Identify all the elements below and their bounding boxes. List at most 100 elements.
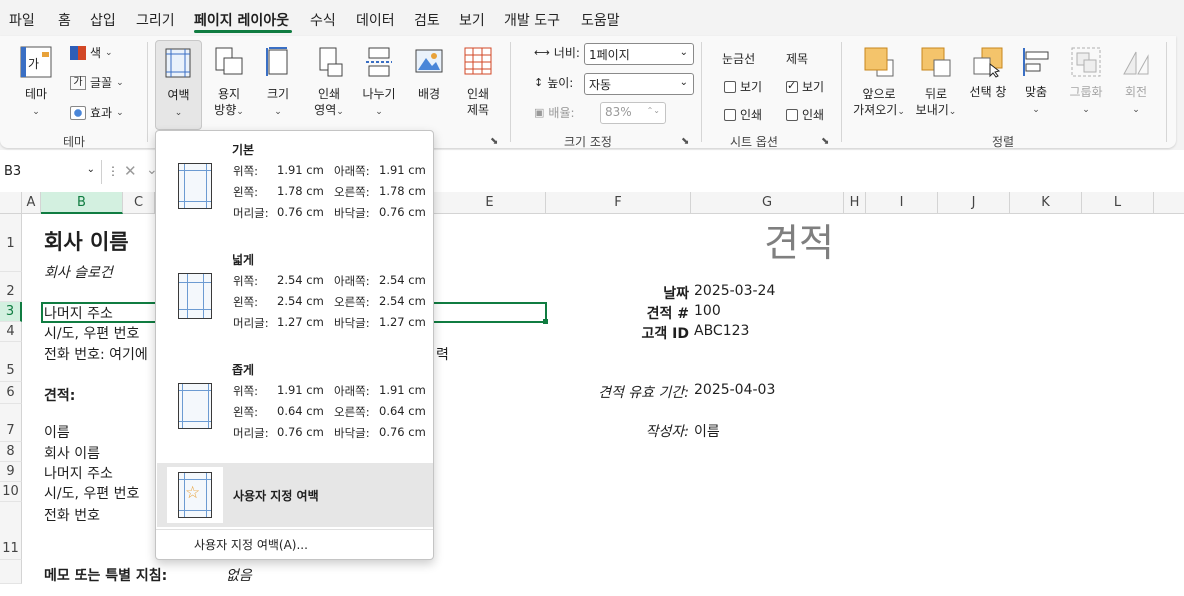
name-box[interactable]: B3 ⌄ xyxy=(0,160,102,184)
right-label: 오른쪽: xyxy=(334,295,370,309)
scale-spinner[interactable]: 83% ⌃⌄ xyxy=(600,102,666,124)
column-header-next[interactable] xyxy=(1154,192,1184,214)
print-titles-button[interactable]: 인쇄 제목 xyxy=(456,40,500,132)
theme-effects-button[interactable]: 효과 ⌄ xyxy=(70,104,124,121)
column-header-j[interactable]: J xyxy=(938,192,1010,214)
to-company-cell[interactable]: 회사 이름 xyxy=(44,443,100,463)
row-header-12[interactable] xyxy=(0,560,22,584)
print-area-button[interactable]: 인쇄 영역⌄ xyxy=(305,40,353,132)
header-label: 머리글: xyxy=(233,316,269,330)
tab-page-layout[interactable]: 페이지 레이아웃 xyxy=(194,10,289,30)
custom-margins-menu-item[interactable]: 사용자 지정 여백(A)... xyxy=(194,536,308,553)
tab-data[interactable]: 데이터 xyxy=(356,10,395,30)
tab-file[interactable]: 파일 xyxy=(9,10,35,30)
column-header-h[interactable]: H xyxy=(844,192,866,214)
margin-option-normal[interactable]: 기본 위쪽: 1.91 cm 아래쪽: 1.91 cm 왼쪽: 1.78 cm … xyxy=(156,131,433,241)
send-backward-button[interactable]: 뒤로 보내기⌄ xyxy=(910,40,962,132)
headings-view-checkbox[interactable]: 보기 xyxy=(786,78,824,95)
row-header-3[interactable]: 3 xyxy=(0,302,22,322)
height-select[interactable]: 자동 ⌄ xyxy=(584,73,694,95)
page-setup-launcher-icon[interactable]: ⬊ xyxy=(490,136,498,147)
select-all-corner[interactable] xyxy=(0,192,22,214)
selection-pane-button[interactable]: 선택 창 xyxy=(964,40,1012,132)
margins-button[interactable]: 여백 ⌄ xyxy=(155,40,202,130)
quote-to-cell[interactable]: 견적: xyxy=(44,385,75,405)
group-button[interactable]: 그룹화 ⌄ xyxy=(1062,40,1110,132)
row-header-6[interactable]: 6 xyxy=(0,382,22,404)
notes-value-cell[interactable]: 없음 xyxy=(226,565,252,585)
prepared-by-value-cell[interactable]: 이름 xyxy=(694,421,720,441)
orientation-button[interactable]: 용지 방향⌄ xyxy=(207,40,251,132)
phone-cell[interactable]: 전화 번호: 여기에 xyxy=(44,344,148,364)
row-header-2[interactable]: 2 xyxy=(0,272,22,302)
row-header-8[interactable]: 8 xyxy=(0,442,22,462)
themes-button[interactable]: 가 테마 ⌄ xyxy=(14,40,58,132)
date-value-cell[interactable]: 2025-03-24 xyxy=(694,283,775,299)
column-header-f[interactable]: F xyxy=(546,192,691,214)
to-name-cell[interactable]: 이름 xyxy=(44,422,70,442)
customer-id-label-cell[interactable]: 고객 ID xyxy=(560,323,689,343)
prepared-by-label-cell[interactable]: 작성자: xyxy=(560,421,689,441)
column-header-i[interactable]: I xyxy=(866,192,938,214)
column-header-a[interactable]: A xyxy=(22,192,41,214)
row-header-11[interactable]: 11 xyxy=(0,502,22,560)
row-header-9[interactable]: 9 xyxy=(0,462,22,482)
column-header-c[interactable]: C xyxy=(123,192,155,214)
date-label-cell[interactable]: 날짜 xyxy=(560,283,689,303)
row-header-4[interactable]: 4 xyxy=(0,322,22,342)
column-header-k[interactable]: K xyxy=(1010,192,1082,214)
tab-view[interactable]: 보기 xyxy=(459,10,485,30)
fill-handle[interactable] xyxy=(543,319,548,324)
row-header-5[interactable]: 5 xyxy=(0,342,22,382)
breaks-button[interactable]: 나누기 ⌄ xyxy=(357,40,401,132)
tab-review[interactable]: 검토 xyxy=(414,10,440,30)
quote-number-value-cell[interactable]: 100 xyxy=(694,303,721,319)
to-address-cell[interactable]: 나머지 주소 xyxy=(44,463,113,483)
notes-label-cell[interactable]: 메모 또는 특별 지침: xyxy=(44,565,167,585)
valid-until-label-cell[interactable]: 견적 유효 기간: xyxy=(560,382,689,402)
city-zip-cell[interactable]: 시/도, 우편 번호 xyxy=(44,323,139,343)
rotate-button[interactable]: 회전 ⌄ xyxy=(1114,40,1158,132)
row-header-7[interactable]: 7 xyxy=(0,404,22,442)
theme-colors-button[interactable]: 색 ⌄ xyxy=(70,44,113,61)
more-options-icon[interactable]: ⋮ xyxy=(107,164,119,178)
column-header-b[interactable]: B xyxy=(41,192,123,214)
quote-title-cell[interactable]: 견적 xyxy=(764,212,834,267)
customer-id-value-cell[interactable]: ABC123 xyxy=(694,323,749,339)
sheet-options-launcher-icon[interactable]: ⬊ xyxy=(821,136,829,147)
column-header-g[interactable]: G xyxy=(691,192,844,214)
top-label: 위쪽: xyxy=(233,164,259,178)
quote-number-label-cell[interactable]: 견적 # xyxy=(560,303,689,323)
align-button[interactable]: 맞춤 ⌄ xyxy=(1015,40,1057,132)
cancel-icon[interactable]: ✕ xyxy=(124,162,137,180)
valid-until-value-cell[interactable]: 2025-04-03 xyxy=(694,382,775,398)
margin-option-narrow[interactable]: 좁게 위쪽: 1.91 cm 아래쪽: 1.91 cm 왼쪽: 0.64 cm … xyxy=(156,351,433,461)
to-city-cell[interactable]: 시/도, 우편 번호 xyxy=(44,483,139,503)
row-header-10[interactable]: 10 xyxy=(0,482,22,502)
column-header-e[interactable]: E xyxy=(434,192,546,214)
scale-launcher-icon[interactable]: ⬊ xyxy=(681,136,689,147)
tab-home[interactable]: 홈 xyxy=(58,10,71,30)
tab-developer[interactable]: 개발 도구 xyxy=(504,10,560,30)
tab-draw[interactable]: 그리기 xyxy=(136,10,175,30)
background-button[interactable]: 배경 xyxy=(407,40,451,132)
margin-option-wide[interactable]: 넓게 위쪽: 2.54 cm 아래쪽: 2.54 cm 왼쪽: 2.54 cm … xyxy=(156,241,433,351)
row-header-1[interactable]: 1 xyxy=(0,214,22,272)
size-button[interactable]: 크기 ⌄ xyxy=(258,40,298,132)
width-select[interactable]: 1페이지 ⌄ xyxy=(584,43,694,65)
gridlines-view-checkbox[interactable]: 보기 xyxy=(724,78,762,95)
margin-option-custom[interactable]: ☆ 사용자 지정 여백 xyxy=(157,463,433,527)
gridlines-print-checkbox[interactable]: 인쇄 xyxy=(724,106,762,123)
tab-help[interactable]: 도움말 xyxy=(581,10,620,30)
headings-print-checkbox[interactable]: 인쇄 xyxy=(786,106,824,123)
bring-forward-label-1: 앞으로 xyxy=(862,87,896,101)
theme-fonts-button[interactable]: 가 글꼴 ⌄ xyxy=(70,74,124,91)
address-cell[interactable]: 나머지 주소 xyxy=(44,303,113,323)
slogan-cell[interactable]: 회사 슬로건 xyxy=(44,262,113,282)
column-header-l[interactable]: L xyxy=(1082,192,1154,214)
bring-forward-button[interactable]: 앞으로 가져오기⌄ xyxy=(848,40,910,132)
tab-formulas[interactable]: 수식 xyxy=(310,10,336,30)
company-name-cell[interactable]: 회사 이름 xyxy=(44,226,129,256)
to-phone-cell[interactable]: 전화 번호 xyxy=(44,505,100,525)
tab-insert[interactable]: 삽입 xyxy=(90,10,116,30)
